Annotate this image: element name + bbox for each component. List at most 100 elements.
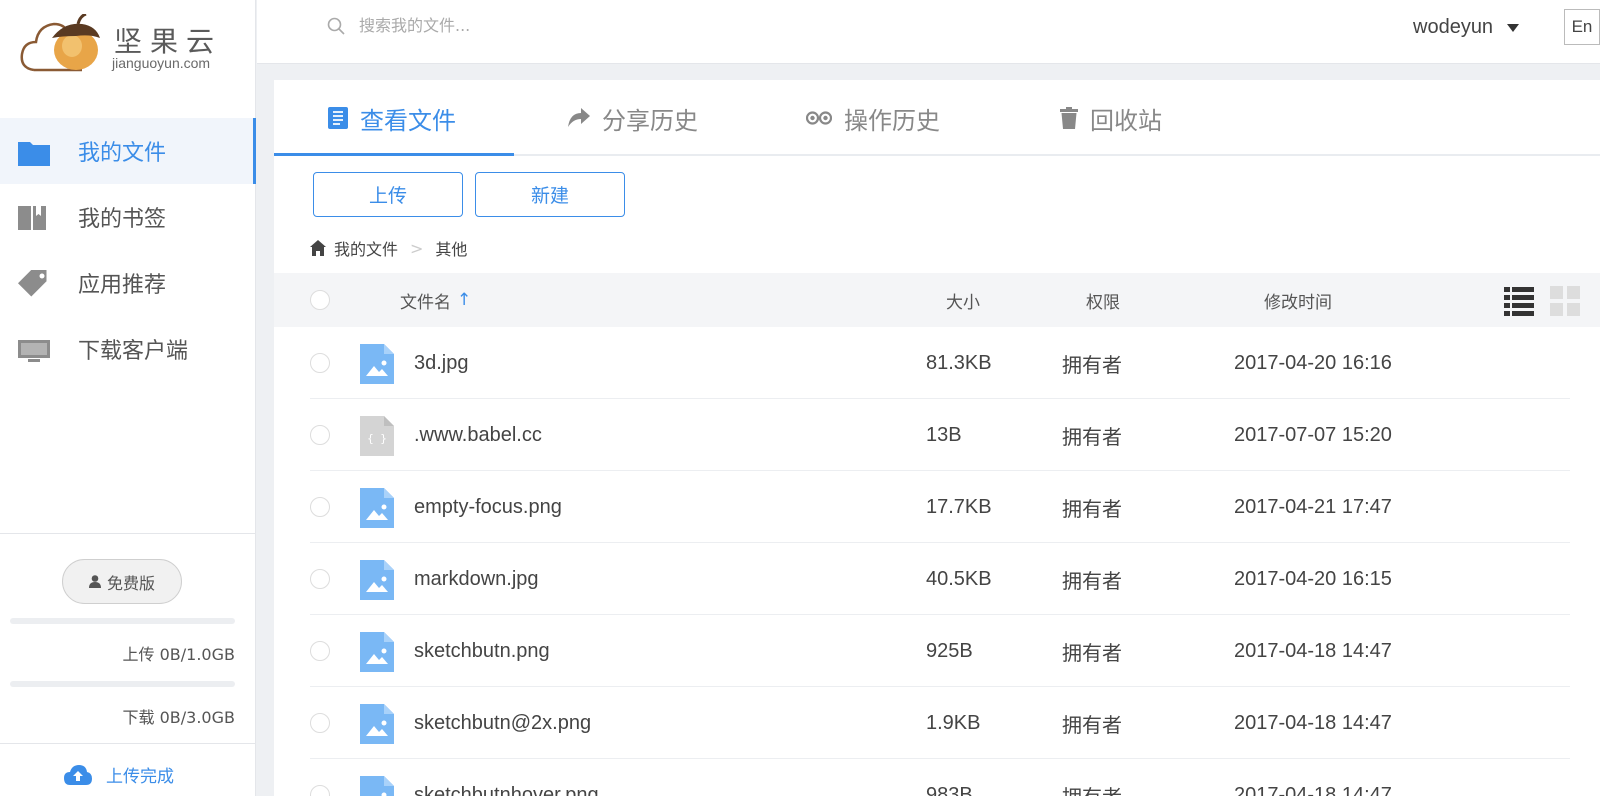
file-size: 17.7KB <box>926 495 992 518</box>
tab-view-files[interactable]: 查看文件 <box>328 80 456 156</box>
sort-ascending-icon: ↑ <box>457 290 472 310</box>
sidebar-item-apps[interactable]: 应用推荐 <box>0 250 256 316</box>
image-file-icon <box>360 488 394 528</box>
image-file-icon-wrap <box>360 632 394 677</box>
logo[interactable]: 坚果云 jianguoyun.com <box>20 14 230 76</box>
image-file-icon-wrap <box>360 560 394 605</box>
caret-down-icon <box>1507 23 1520 32</box>
share-arrow-icon <box>568 108 590 127</box>
file-name[interactable]: empty-focus.png <box>414 471 562 543</box>
list-view-icon[interactable] <box>1504 286 1534 316</box>
breadcrumb-root[interactable]: 我的文件 <box>334 236 398 260</box>
column-header-permission[interactable]: 权限 <box>1086 273 1120 327</box>
table-row[interactable]: sketchbutnhover.png 983B 拥有者 2017-04-18 … <box>310 759 1570 796</box>
table-row[interactable]: sketchbutn.png 925B 拥有者 2017-04-18 14:47 <box>310 615 1570 687</box>
tab-recycle-bin[interactable]: 回收站 <box>1060 80 1162 156</box>
file-size: 925B <box>926 639 973 662</box>
file-list: 3d.jpg 81.3KB 拥有者 2017-04-20 16:16 { } .… <box>310 327 1570 796</box>
view-toggle <box>1504 286 1580 316</box>
image-file-icon-wrap <box>360 344 394 389</box>
grid-view-icon[interactable] <box>1550 286 1580 316</box>
plan-label: 免费版 <box>106 573 155 593</box>
table-header: 文件名 ↑ 大小 权限 修改时间 <box>274 273 1600 327</box>
sidebar-item-label: 我的文件 <box>78 141 167 166</box>
image-file-icon-wrap <box>360 704 394 749</box>
row-checkbox[interactable] <box>310 687 330 759</box>
sidebar-item-download-client[interactable]: 下载客户端 <box>0 316 256 382</box>
sidebar-item-bookmarks[interactable]: 我的书签 <box>0 184 256 250</box>
search-box <box>327 16 759 35</box>
plan-badge-button[interactable]: 免费版 <box>62 559 182 604</box>
download-quota-bar <box>10 681 235 687</box>
file-size: 983B <box>926 783 973 796</box>
file-permission: 拥有者 <box>1062 496 1122 521</box>
file-modified: 2017-04-20 16:15 <box>1234 567 1392 590</box>
file-modified: 2017-07-07 15:20 <box>1234 423 1392 446</box>
file-name[interactable]: sketchbutn.png <box>414 615 550 687</box>
user-menu[interactable]: wodeyun <box>1413 16 1520 39</box>
upload-button[interactable]: 上传 <box>313 172 463 217</box>
column-header-name[interactable]: 文件名 ↑ <box>400 273 471 327</box>
file-modified: 2017-04-21 17:47 <box>1234 495 1392 518</box>
row-checkbox[interactable] <box>310 327 330 399</box>
tag-icon <box>18 270 47 297</box>
username: wodeyun <box>1413 16 1494 38</box>
tab-bar: 查看文件 分享历史 操作历史 回收站 <box>274 80 1600 156</box>
table-row[interactable]: markdown.jpg 40.5KB 拥有者 2017-04-20 16:15 <box>310 543 1570 615</box>
language-toggle-button[interactable]: En <box>1564 9 1600 45</box>
file-name[interactable]: sketchbutnhover.png <box>414 759 599 796</box>
image-file-icon <box>360 344 394 384</box>
file-permission: 拥有者 <box>1062 352 1122 377</box>
tab-share-history[interactable]: 分享历史 <box>568 80 698 156</box>
image-file-icon-wrap <box>360 488 394 533</box>
sidebar-item-my-files[interactable]: 我的文件 <box>0 118 256 184</box>
upload-status[interactable]: 上传完成 <box>64 762 174 787</box>
logo-text: 坚果云 <box>114 25 223 58</box>
search-input[interactable] <box>359 16 759 35</box>
upload-quota-text: 上传 0B/1.0GB <box>122 645 235 664</box>
image-file-icon <box>360 632 394 672</box>
document-icon <box>328 107 348 129</box>
folder-icon <box>18 142 50 166</box>
breadcrumb: 我的文件 > 其他 <box>310 236 467 260</box>
column-header-modified[interactable]: 修改时间 <box>1264 273 1332 327</box>
breadcrumb-current: 其他 <box>435 240 468 259</box>
tab-operation-history[interactable]: 操作历史 <box>806 80 940 156</box>
new-button[interactable]: 新建 <box>475 172 625 217</box>
row-checkbox[interactable] <box>310 543 330 615</box>
file-name[interactable]: markdown.jpg <box>414 543 539 615</box>
row-checkbox[interactable] <box>310 759 330 796</box>
file-size: 1.9KB <box>926 711 981 734</box>
file-name[interactable]: .www.babel.cc <box>414 399 542 471</box>
file-name[interactable]: sketchbutn@2x.png <box>414 687 591 759</box>
top-bar: wodeyun En <box>257 0 1600 64</box>
table-row[interactable]: sketchbutn@2x.png 1.9KB 拥有者 2017-04-18 1… <box>310 687 1570 759</box>
table-row[interactable]: 3d.jpg 81.3KB 拥有者 2017-04-20 16:16 <box>310 327 1570 399</box>
sidebar-item-label: 我的书签 <box>78 207 167 232</box>
sidebar-divider <box>0 533 256 534</box>
column-header-size[interactable]: 大小 <box>946 273 980 327</box>
acorn-logo-icon <box>20 14 100 72</box>
file-modified: 2017-04-18 14:47 <box>1234 783 1392 796</box>
file-modified: 2017-04-18 14:47 <box>1234 639 1392 662</box>
file-panel: 查看文件 分享历史 操作历史 回收站 上传 新建 我的文件 > 其他 文件名 ↑… <box>274 80 1600 796</box>
table-row[interactable]: { } .www.babel.cc 13B 拥有者 2017-07-07 15:… <box>310 399 1570 471</box>
table-row[interactable]: empty-focus.png 17.7KB 拥有者 2017-04-21 17… <box>310 471 1570 543</box>
download-quota-text: 下载 0B/3.0GB <box>122 708 235 727</box>
tab-label: 回收站 <box>1090 106 1162 135</box>
image-file-icon <box>360 560 394 600</box>
file-size: 81.3KB <box>926 351 992 374</box>
svg-text:{ }: { } <box>367 432 387 445</box>
select-all-checkbox[interactable] <box>310 273 330 327</box>
row-checkbox[interactable] <box>310 615 330 687</box>
sidebar-item-label: 应用推荐 <box>78 273 167 298</box>
file-name[interactable]: 3d.jpg <box>414 327 469 399</box>
upload-status-label: 上传完成 <box>106 767 174 787</box>
file-permission: 拥有者 <box>1062 640 1122 665</box>
upload-quota: 上传 0B/1.0GB <box>10 618 235 665</box>
bookmark-icon <box>18 206 46 230</box>
cloud-upload-icon <box>64 764 92 785</box>
file-permission: 拥有者 <box>1062 759 1122 796</box>
row-checkbox[interactable] <box>310 399 330 471</box>
row-checkbox[interactable] <box>310 471 330 543</box>
